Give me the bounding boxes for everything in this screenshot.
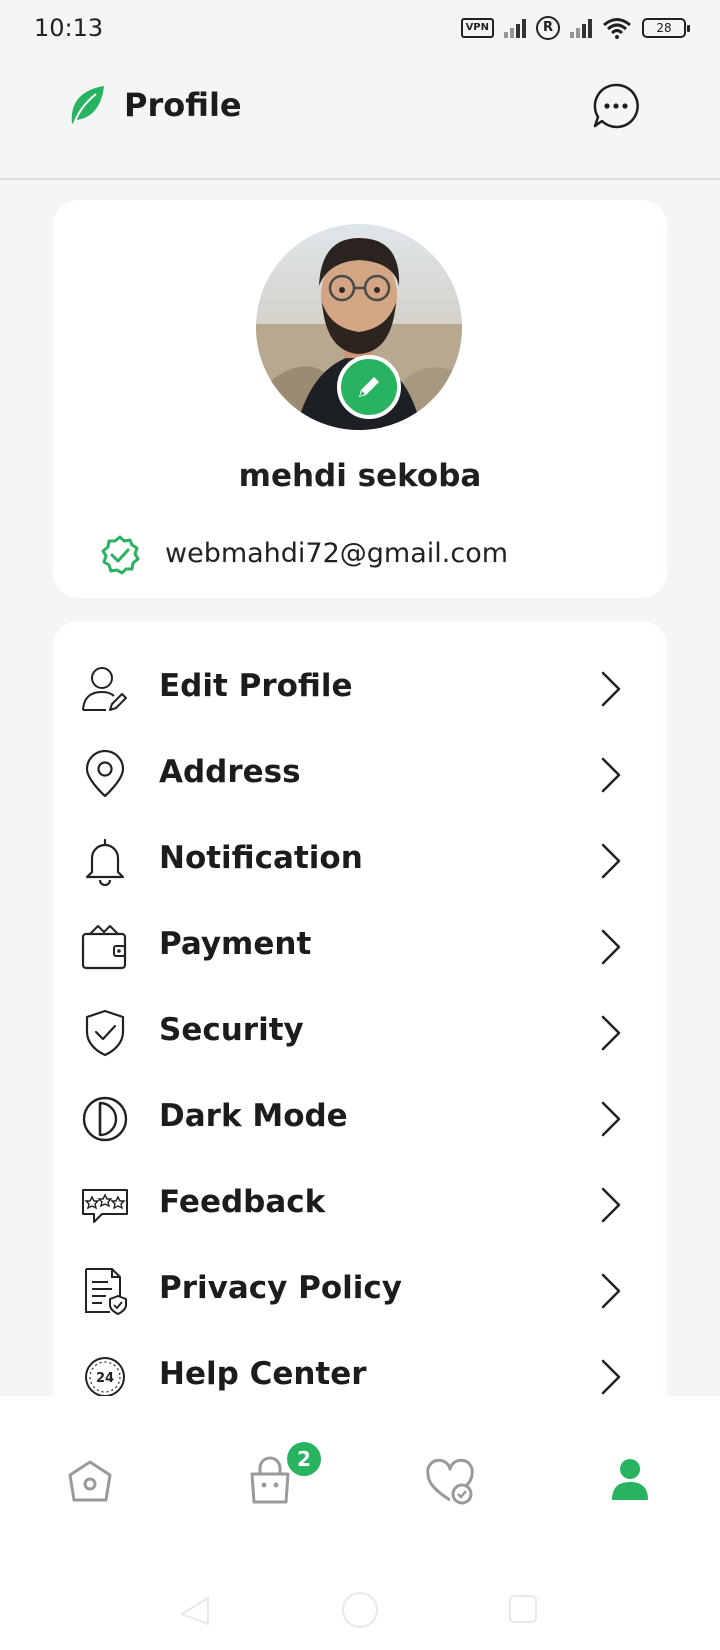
status-bar: 10:13 VPN R 28 [0, 0, 720, 56]
profile-card: mehdi sekoba webmahdi72@gmail.com [53, 200, 667, 598]
chat-button[interactable] [592, 82, 640, 130]
signal-icon [504, 18, 526, 38]
menu-item-label: Feedback [159, 1184, 326, 1220]
favorites-icon [426, 1458, 474, 1505]
leaf-icon [71, 86, 104, 125]
home-icon [68, 1460, 112, 1502]
menu-item-label: Payment [159, 926, 312, 962]
menu-item-payment[interactable]: Payment [53, 904, 667, 990]
page-title: Profile [124, 86, 242, 124]
system-home-icon[interactable] [340, 1590, 380, 1630]
menu-item-edit-profile[interactable]: Edit Profile [53, 646, 667, 732]
menu-item-label: Notification [159, 840, 363, 876]
chat-bubble-icon [593, 83, 639, 129]
shield-check-icon [85, 1009, 125, 1057]
profile-icon [612, 1459, 648, 1500]
registered-icon: R [536, 16, 560, 40]
menu-item-label: Edit Profile [159, 668, 353, 704]
support-24-icon: 24 [85, 1357, 125, 1397]
menu-item-label: Dark Mode [159, 1098, 348, 1134]
document-check-icon [85, 1268, 127, 1315]
menu-item-address[interactable]: Address [53, 732, 667, 818]
signal-icon [570, 18, 592, 38]
system-back-icon[interactable] [178, 1594, 212, 1628]
menu-item-label: Privacy Policy [159, 1270, 402, 1306]
bell-icon [85, 838, 125, 886]
menu-item-security[interactable]: Security [53, 990, 667, 1076]
settings-menu: Edit Profile Address Notification Paymen… [53, 621, 667, 1401]
edit-avatar-button[interactable] [337, 355, 401, 419]
app-header: Profile [0, 56, 720, 180]
chevron-right-icon [601, 1359, 621, 1395]
menu-item-feedback[interactable]: Feedback [53, 1162, 667, 1248]
nav-profile[interactable] [600, 1452, 660, 1512]
system-recents-icon[interactable] [508, 1594, 538, 1624]
wifi-icon [603, 18, 631, 39]
vpn-icon: VPN [460, 18, 494, 38]
menu-item-dark-mode[interactable]: Dark Mode [53, 1076, 667, 1162]
user-name: mehdi sekoba [238, 458, 482, 494]
chevron-right-icon [601, 1101, 621, 1137]
menu-item-label: Address [159, 754, 301, 790]
menu-item-label: Security [159, 1012, 304, 1048]
pencil-icon [359, 377, 379, 397]
chevron-right-icon [601, 843, 621, 879]
menu-item-label: Help Center [159, 1356, 367, 1392]
feedback-stars-icon [82, 1189, 128, 1223]
nav-favorites[interactable] [420, 1452, 480, 1512]
menu-item-notification[interactable]: Notification [53, 818, 667, 904]
user-edit-icon [82, 667, 127, 711]
user-email: webmahdi72@gmail.com [165, 538, 509, 569]
wallet-icon [81, 925, 127, 970]
status-icons: VPN R 28 [460, 16, 690, 40]
status-time: 10:13 [34, 14, 104, 42]
location-pin-icon [85, 750, 125, 798]
cart-count-badge: 2 [287, 1442, 321, 1476]
dark-mode-icon [82, 1096, 128, 1142]
chevron-right-icon [601, 929, 621, 965]
chevron-right-icon [601, 1273, 621, 1309]
help-center-24-label: 24 [96, 1371, 114, 1386]
nav-home[interactable] [60, 1452, 120, 1512]
chevron-right-icon [601, 757, 621, 793]
chevron-right-icon [601, 1187, 621, 1223]
menu-item-privacy-policy[interactable]: Privacy Policy [53, 1248, 667, 1334]
chevron-right-icon [601, 1015, 621, 1051]
bottom-navigation: 2 [0, 1396, 720, 1650]
verified-badge-icon [101, 535, 140, 575]
chevron-right-icon [601, 671, 621, 707]
battery-icon: 28 [642, 18, 690, 38]
